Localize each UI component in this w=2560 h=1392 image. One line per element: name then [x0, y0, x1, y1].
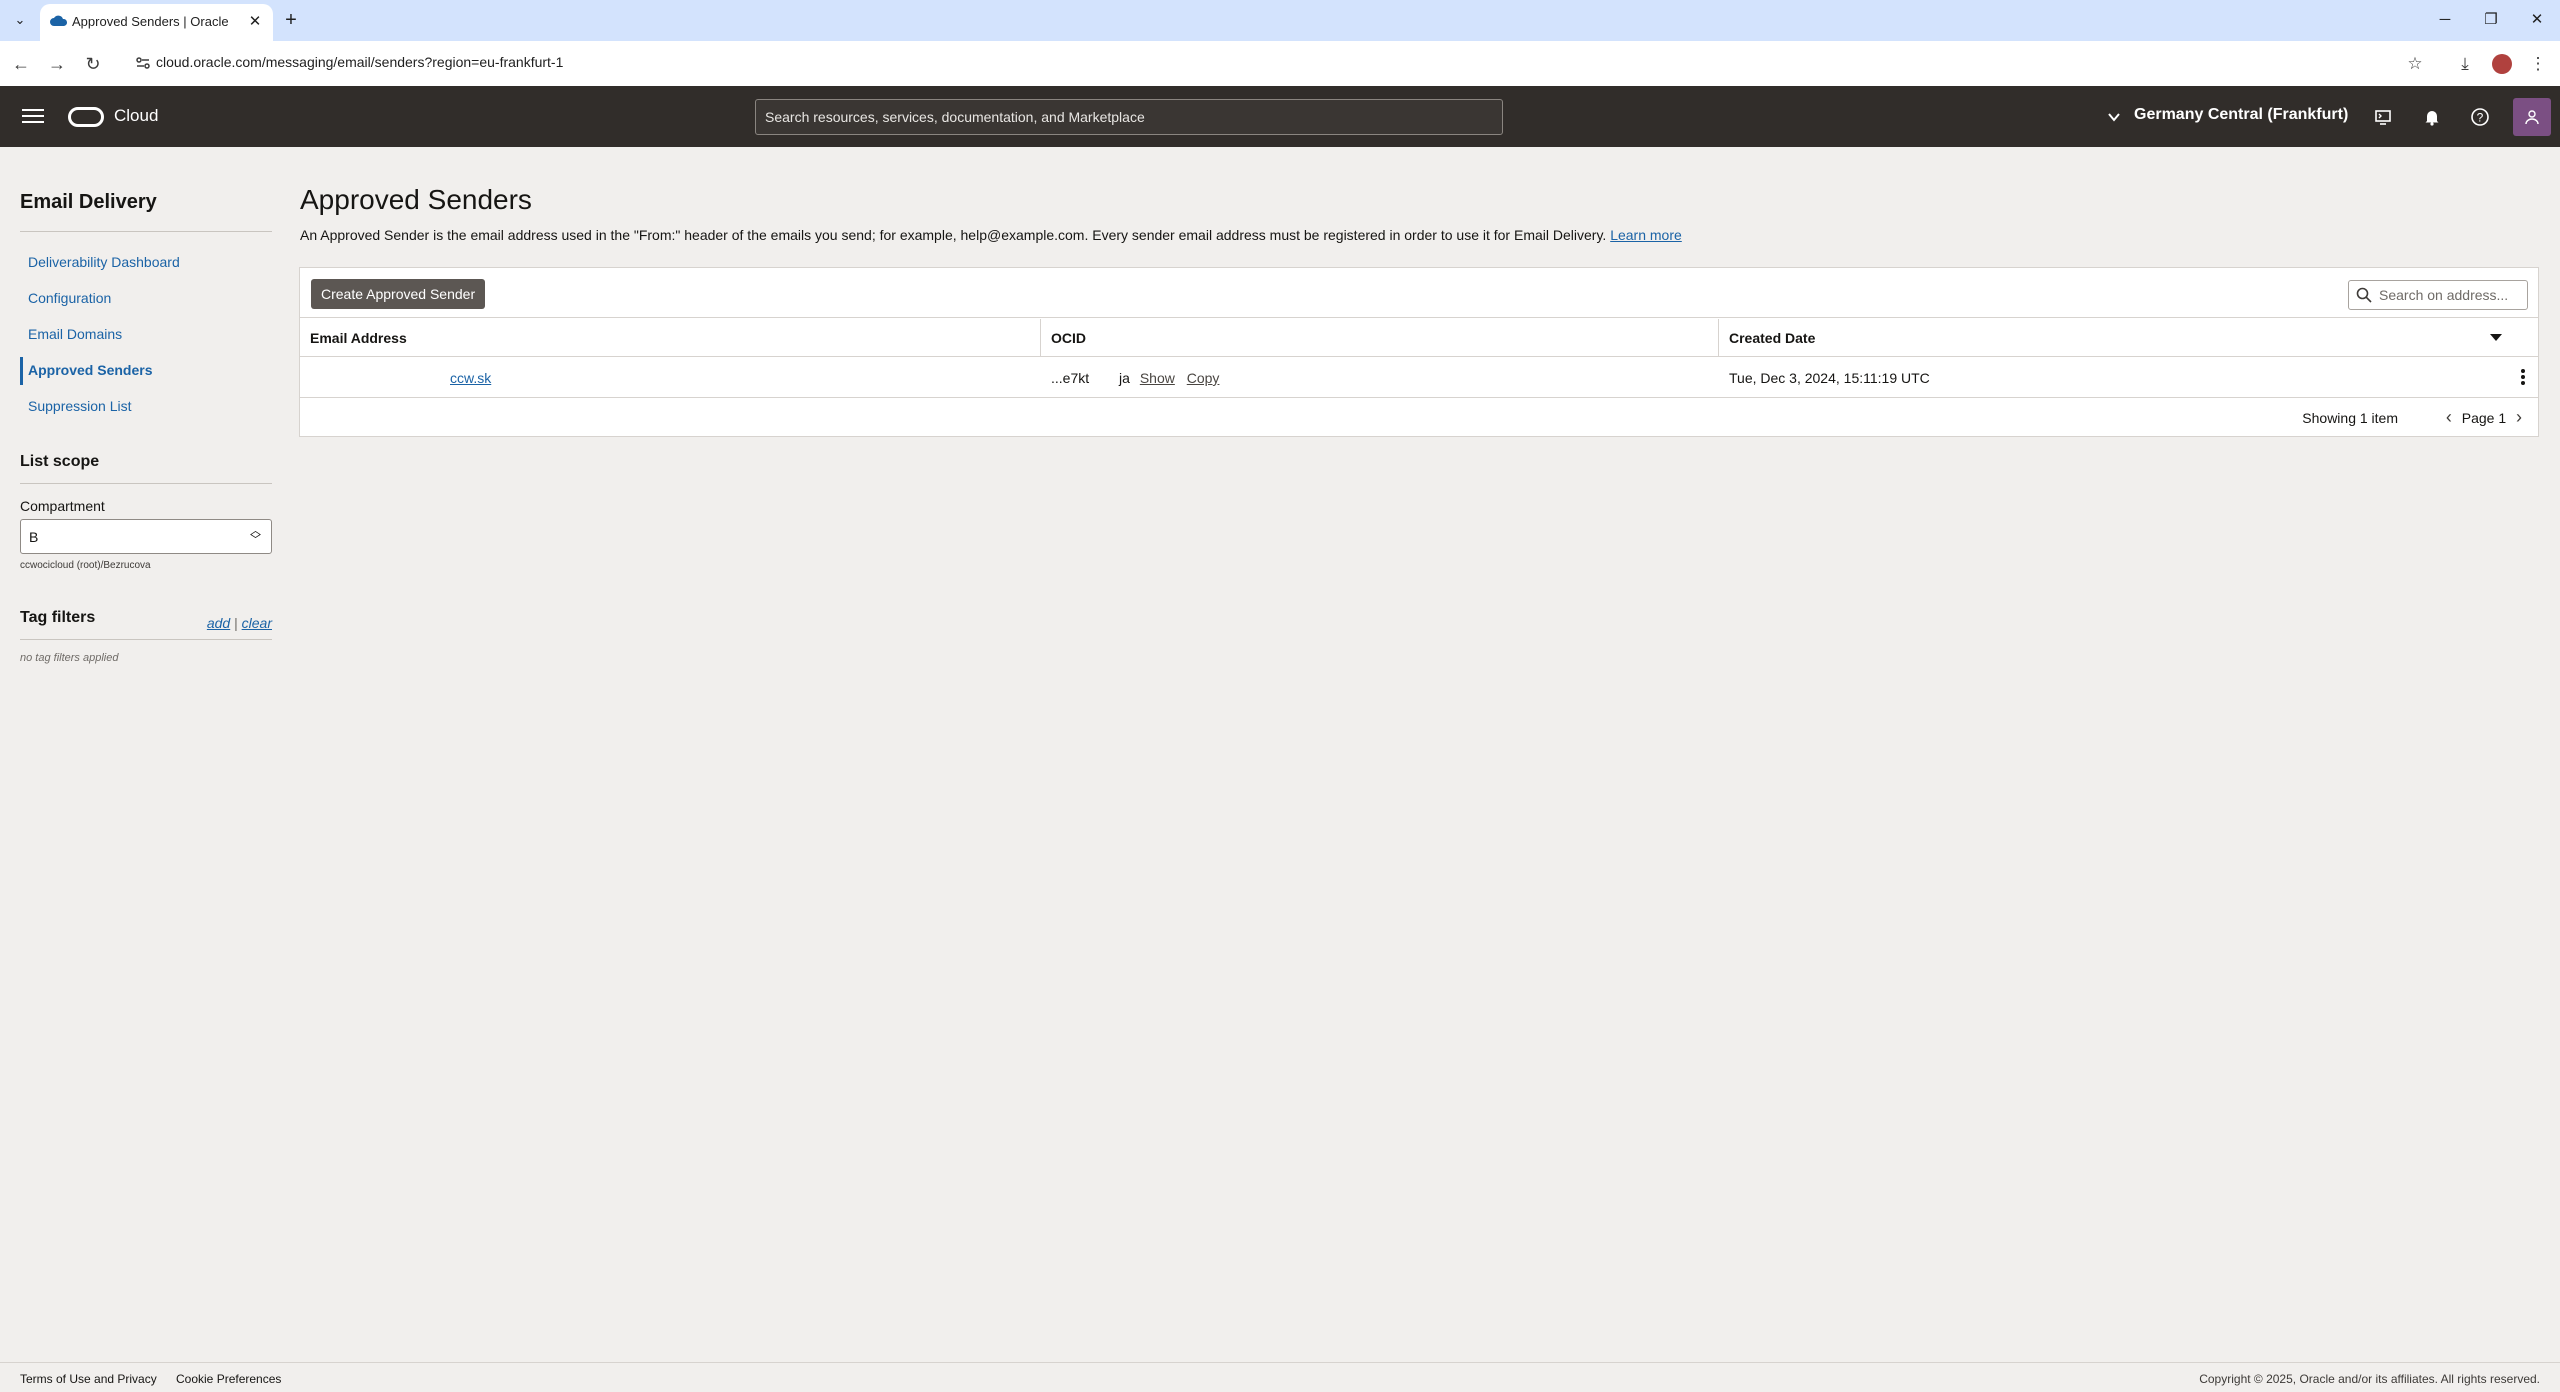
email-address-link[interactable]: ccw.sk [450, 370, 491, 386]
page-title: Approved Senders [300, 184, 532, 215]
page-footer: Terms of Use and Privacy Cookie Preferen… [0, 1362, 2560, 1392]
pagination: ‹ Page 1 › [2440, 407, 2528, 429]
terms-link[interactable]: Terms of Use and Privacy [20, 1372, 157, 1386]
address-bar[interactable]: cloud.oracle.com/messaging/email/senders… [120, 45, 2430, 81]
ocid-tail: ja [1119, 370, 1130, 386]
description-text: An Approved Sender is the email address … [300, 227, 1607, 243]
browser-tab[interactable]: Approved Senders | Oracle Clo ✕ [40, 4, 273, 41]
table-toolbar: Create Approved Sender [300, 268, 2538, 318]
global-search-box[interactable] [755, 99, 1503, 135]
tab-title: Approved Senders | Oracle Clo [72, 14, 232, 29]
sidebar-item-deliverability-dashboard[interactable]: Deliverability Dashboard [28, 254, 180, 270]
compartment-value: B [29, 529, 39, 545]
navigation-menu-icon[interactable] [22, 106, 44, 126]
page-description: An Approved Sender is the email address … [300, 227, 1682, 243]
copyright-text: Copyright © 2025, Oracle and/or its affi… [2199, 1372, 2540, 1386]
forward-icon[interactable]: → [45, 52, 69, 76]
region-selector[interactable]: Germany Central (Frankfurt) [2134, 106, 2348, 124]
search-icon [2356, 287, 2372, 303]
tag-add-link[interactable]: add [207, 615, 230, 631]
compartment-select[interactable]: B ︿ ﹀ [20, 519, 272, 554]
new-tab-button[interactable]: + [280, 9, 302, 31]
tag-separator: | [234, 615, 238, 631]
browser-profile-avatar[interactable] [2492, 54, 2512, 74]
compartment-path: ccwocicloud (root)/Bezrucova [20, 560, 151, 571]
oci-header: Cloud Germany Central (Frankfurt) ? [0, 86, 2560, 147]
sidebar-item-configuration[interactable]: Configuration [28, 290, 111, 306]
table-footer: Showing 1 item ‹ Page 1 › [300, 399, 2538, 437]
region-chevron-down-icon[interactable] [2107, 111, 2121, 123]
created-date-cell: Tue, Dec 3, 2024, 15:11:19 UTC [1729, 370, 1930, 386]
minimize-icon[interactable]: ─ [2432, 8, 2458, 32]
ocid-show-link[interactable]: Show [1140, 370, 1175, 386]
notifications-bell-icon[interactable] [2419, 104, 2445, 130]
cloud-shell-icon[interactable] [2370, 104, 2396, 130]
list-scope-title: List scope [20, 453, 100, 470]
sidebar-item-approved-senders[interactable]: Approved Senders [28, 362, 152, 378]
download-icon[interactable]: ⤓ [2453, 52, 2477, 76]
sidebar-divider [20, 231, 272, 232]
oracle-logo-icon[interactable] [68, 107, 104, 127]
previous-page-icon[interactable]: ‹ [2446, 407, 2452, 428]
row-actions-kebab-icon[interactable] [2516, 368, 2530, 388]
user-profile-icon[interactable] [2513, 98, 2551, 136]
email-cell: ccw.sk [310, 358, 491, 398]
ocid-cell: ...e7kt ja Show Copy [1051, 358, 1227, 398]
brand-label[interactable]: Cloud [114, 106, 158, 126]
select-updown-icon: ︿ ﹀ [250, 525, 261, 546]
list-scope-divider [20, 483, 272, 484]
svg-text:?: ? [2477, 111, 2484, 125]
page-indicator: Page 1 [2461, 409, 2507, 426]
active-indicator [20, 357, 23, 385]
oracle-cloud-favicon-icon [50, 15, 68, 26]
column-menu-caret-icon[interactable] [2490, 334, 2502, 341]
browser-menu-icon[interactable]: ⋮ [2526, 52, 2550, 76]
table-header: Email Address OCID Created Date [300, 319, 2538, 357]
ocid-short: ...e7kt [1051, 370, 1090, 386]
window-close-icon[interactable]: ✕ [2524, 8, 2550, 32]
tag-filters-divider [20, 639, 272, 640]
no-tag-filters-text: no tag filters applied [20, 652, 119, 664]
table-row: ccw.sk ...e7kt ja Show Copy Tue, Dec 3, … [300, 358, 2538, 398]
ocid-copy-link[interactable]: Copy [1187, 370, 1220, 386]
compartment-label: Compartment [20, 498, 105, 514]
help-icon[interactable]: ? [2467, 104, 2493, 130]
cookie-preferences-link[interactable]: Cookie Preferences [176, 1372, 281, 1386]
column-header-email[interactable]: Email Address [300, 319, 1040, 357]
table-search-input[interactable] [2379, 281, 2524, 309]
approved-senders-table: Create Approved Sender Email Address OCI… [299, 267, 2539, 437]
tag-filter-actions: add | clear [207, 615, 272, 631]
column-header-ocid[interactable]: OCID [1041, 319, 1717, 357]
browser-tabstrip: ⌄ Approved Senders | Oracle Clo ✕ + ─ ❐ … [0, 0, 2560, 41]
back-icon[interactable]: ← [9, 52, 33, 76]
url-text: cloud.oracle.com/messaging/email/senders… [156, 54, 564, 70]
create-approved-sender-button[interactable]: Create Approved Sender [311, 279, 486, 309]
tab-search-chevron-icon[interactable]: ⌄ [8, 10, 32, 30]
bookmark-star-icon[interactable]: ☆ [2403, 52, 2427, 76]
column-header-created-date[interactable]: Created Date [1719, 319, 2419, 357]
learn-more-link[interactable]: Learn more [1610, 227, 1682, 243]
next-page-icon[interactable]: › [2516, 407, 2522, 428]
restore-icon[interactable]: ❐ [2478, 8, 2504, 32]
site-info-icon[interactable] [134, 54, 152, 72]
tab-close-icon[interactable]: ✕ [244, 11, 266, 33]
global-search-input[interactable] [756, 100, 1502, 134]
showing-count: Showing 1 item [2302, 410, 2398, 426]
reload-icon[interactable]: ↻ [81, 52, 105, 76]
sidebar-title: Email Delivery [20, 191, 157, 213]
table-search-box[interactable] [2348, 280, 2528, 310]
tag-filters-title: Tag filters [20, 609, 96, 626]
sidebar-item-email-domains[interactable]: Email Domains [28, 326, 122, 342]
sidebar-item-suppression-list[interactable]: Suppression List [28, 398, 132, 414]
tag-clear-link[interactable]: clear [242, 615, 272, 631]
browser-toolbar: ← → ↻ cloud.oracle.com/messaging/email/s… [0, 41, 2560, 86]
